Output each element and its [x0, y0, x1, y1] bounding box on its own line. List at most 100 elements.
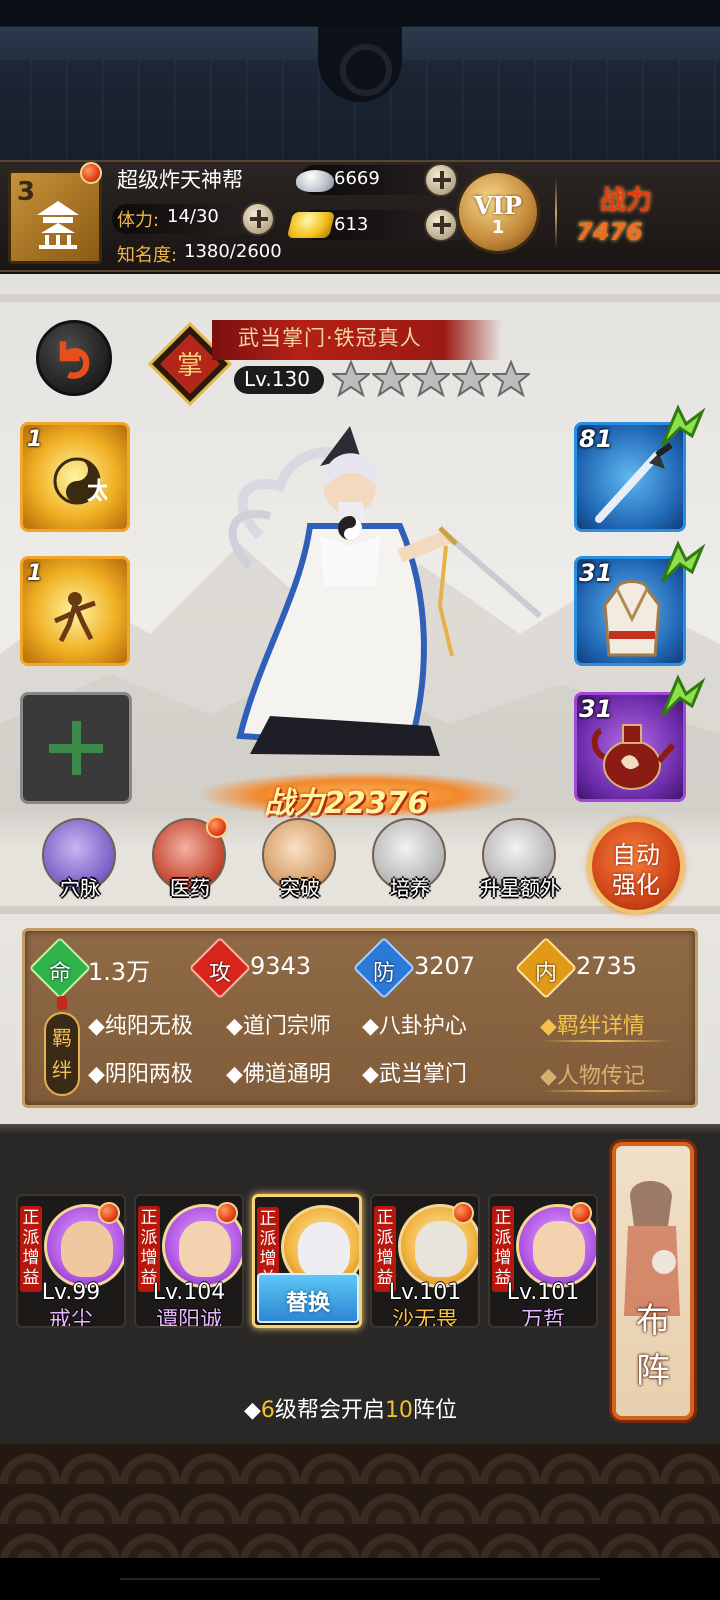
star-icon	[452, 360, 490, 398]
hero-star-rating	[332, 360, 530, 400]
gold-value: 613	[334, 214, 369, 235]
member-notification-dot	[216, 1202, 238, 1224]
lineup-member-5[interactable]: 正派增益 Lv.101 万哲	[488, 1194, 598, 1328]
add-silver-button[interactable]	[424, 163, 458, 197]
skill-slot-2[interactable]: 1	[20, 556, 130, 666]
lineup-member-3-selected[interactable]: 正派增益 替换	[252, 1194, 362, 1328]
gesture-bar[interactable]	[120, 1578, 600, 1580]
fame-label: 知名度:	[117, 245, 178, 266]
tip-level: 6	[260, 1398, 275, 1423]
bond-item-label: 阴阳两极	[104, 1062, 193, 1087]
stat-hp-value: 1.3万	[88, 958, 151, 986]
action-label: 医药	[170, 876, 210, 900]
roof-decoration	[0, 0, 720, 160]
auto-strengthen-line2: 强化	[612, 871, 660, 899]
action-label: 升星额外	[480, 876, 560, 900]
tip-suffix: 阵位	[412, 1398, 457, 1423]
roof-ornament-icon	[318, 26, 402, 102]
guild-notification-dot	[80, 162, 102, 184]
bond-item-label: 纯阳无极	[104, 1014, 193, 1039]
star-icon	[412, 360, 450, 398]
fame-value: 1380/2600	[184, 241, 282, 262]
formation-label: 布阵	[636, 1301, 670, 1391]
auto-strengthen-line1: 自动	[612, 841, 660, 869]
vip-text: VIP	[474, 191, 522, 220]
stat-attack-value: 9343	[250, 952, 312, 980]
medicine-notification-dot	[206, 816, 228, 838]
member-name: 谭阳诚	[155, 1308, 222, 1328]
total-power-value: 7476	[576, 218, 643, 246]
action-star-up[interactable]: 升星额外	[478, 818, 562, 902]
upgrade-arrow-icon[interactable]	[658, 402, 708, 452]
member-name: 戒尘	[48, 1308, 93, 1328]
member-name: 万哲	[520, 1308, 565, 1328]
biography-link[interactable]: ◆人物传记	[540, 1058, 645, 1090]
bond-item: ◆阴阳两极	[88, 1062, 193, 1087]
bond-item-label: 武当掌门	[378, 1062, 467, 1087]
back-arrow-icon	[59, 341, 90, 379]
replace-button[interactable]: 替换	[257, 1273, 359, 1323]
bond-tag-label: 羁绊	[52, 1026, 72, 1082]
biography-underline	[540, 1090, 672, 1092]
guild-name: 超级炸天神帮	[117, 168, 243, 192]
tip-text: 级帮会开启	[274, 1398, 385, 1423]
guild-level: 3	[17, 177, 36, 207]
bond-details-link[interactable]: ◆羁绊详情	[540, 1008, 645, 1040]
add-skill-slot[interactable]	[20, 692, 132, 804]
hero-character-art	[228, 426, 542, 756]
stat-inner-key: 内	[534, 960, 557, 986]
faction-label: 正派增益	[140, 1208, 158, 1288]
lineup-member-1[interactable]: 正派增益 Lv.99 戒尘	[16, 1194, 126, 1328]
stat-defense-key: 防	[372, 960, 395, 986]
bond-item: ◆武当掌门	[362, 1062, 467, 1087]
formation-button[interactable]: 布阵	[612, 1142, 694, 1420]
slot-unlock-tip: ◆6级帮会开启10阵位	[244, 1392, 457, 1424]
vip-badge[interactable]: VIP 1	[456, 170, 540, 254]
upgrade-arrow-icon[interactable]	[658, 672, 708, 722]
action-meridian[interactable]: 穴脉	[38, 818, 122, 902]
hero-title: 武当掌门·铁冠真人	[238, 326, 422, 350]
bond-item: ◆道门宗师	[226, 1014, 331, 1039]
bond-item: ◆八卦护心	[362, 1014, 467, 1039]
stat-defense-value: 3207	[414, 952, 476, 980]
tip-slots: 10	[384, 1398, 413, 1423]
sword-stance-icon	[53, 592, 96, 643]
svg-text:掌: 掌	[177, 351, 203, 381]
auto-strengthen-label: 自动 强化	[596, 840, 676, 900]
taiji-scroll-icon: 太	[53, 457, 107, 505]
action-breakthrough[interactable]: 突破	[258, 818, 342, 902]
member-notification-dot	[452, 1202, 474, 1224]
skill-slot-1[interactable]: 1 太	[20, 422, 130, 532]
member-name: 沙无畏	[391, 1308, 458, 1328]
bond-item: ◆纯阳无极	[88, 1014, 193, 1039]
pagoda-icon	[37, 201, 79, 249]
add-stamina-button[interactable]	[241, 202, 275, 236]
stamina-value: 14/30	[167, 206, 219, 227]
guild-emblem-button[interactable]: 3	[8, 170, 102, 264]
upgrade-arrow-icon[interactable]	[658, 538, 708, 588]
stamina-label: 体力:	[117, 210, 160, 231]
action-label: 穴脉	[60, 876, 100, 900]
star-icon	[372, 360, 410, 398]
bond-item-label: 佛道通明	[242, 1062, 331, 1087]
faction-label: 正派增益	[494, 1208, 512, 1288]
bond-tag: 羁绊	[44, 996, 80, 1096]
silver-ingot-icon	[296, 170, 334, 192]
header-divider	[555, 178, 557, 248]
replace-button-label: 替换	[285, 1291, 330, 1316]
bond-details-underline	[540, 1040, 672, 1042]
sword-icon	[595, 442, 673, 523]
faction-label: 正派增益	[22, 1208, 40, 1288]
action-cultivate[interactable]: 培养	[368, 818, 452, 902]
svg-text:太: 太	[87, 476, 107, 505]
lineup-member-4[interactable]: 正派增益 Lv.101 沙无畏	[370, 1194, 480, 1328]
add-gold-button[interactable]	[424, 208, 458, 242]
tip-bullet: ◆	[244, 1398, 261, 1423]
bond-item: ◆佛道通明	[226, 1062, 331, 1087]
action-label: 培养	[390, 876, 430, 900]
vip-level: 1	[491, 217, 505, 238]
gold-ingot-icon	[286, 212, 336, 238]
lineup-member-2[interactable]: 正派增益 Lv.104 谭阳诚	[134, 1194, 244, 1328]
back-button[interactable]	[36, 320, 112, 396]
total-power-label: 战力	[600, 186, 653, 216]
